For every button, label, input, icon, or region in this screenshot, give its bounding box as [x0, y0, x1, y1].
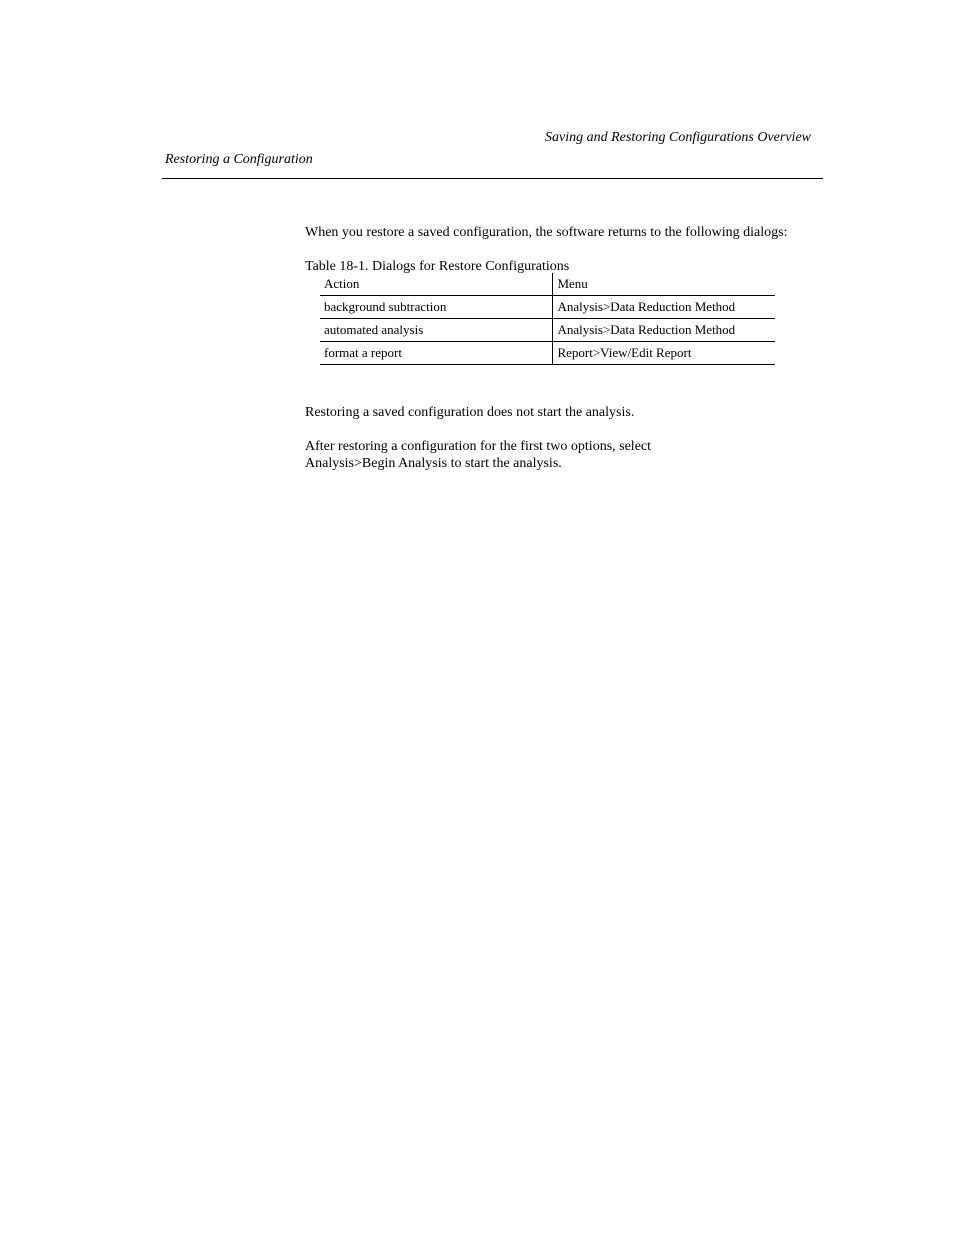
- table-row: format a report Report>View/Edit Report: [320, 342, 775, 365]
- page: Saving and Restoring Configurations Over…: [0, 0, 954, 1235]
- note-text-1: Restoring a saved configuration does not…: [305, 404, 795, 422]
- header-rule: [162, 178, 823, 179]
- table-cell-menu: Analysis>Data Reduction Method: [553, 319, 775, 342]
- table-header-row: Action Menu: [320, 273, 775, 296]
- header-right: Saving and Restoring Configurations Over…: [545, 130, 811, 146]
- table-cell-action: automated analysis: [320, 319, 553, 342]
- note-text-2: After restoring a configuration for the …: [305, 438, 795, 456]
- header-left: Restoring a Configuration: [165, 152, 313, 168]
- table-cell-action: format a report: [320, 342, 553, 365]
- table-cell-menu: Report>View/Edit Report: [553, 342, 775, 365]
- table-row: automated analysis Analysis>Data Reducti…: [320, 319, 775, 342]
- intro-text-1: When you restore a saved configuration, …: [305, 224, 795, 242]
- restore-table: Action Menu background subtraction Analy…: [320, 273, 775, 365]
- table-header-action: Action: [320, 273, 553, 296]
- table-cell-menu: Analysis>Data Reduction Method: [553, 296, 775, 319]
- table-row: background subtraction Analysis>Data Red…: [320, 296, 775, 319]
- table-cell-action: background subtraction: [320, 296, 553, 319]
- table-header-menu: Menu: [553, 273, 775, 296]
- note-text-3: Analysis>Begin Analysis to start the ana…: [305, 455, 795, 473]
